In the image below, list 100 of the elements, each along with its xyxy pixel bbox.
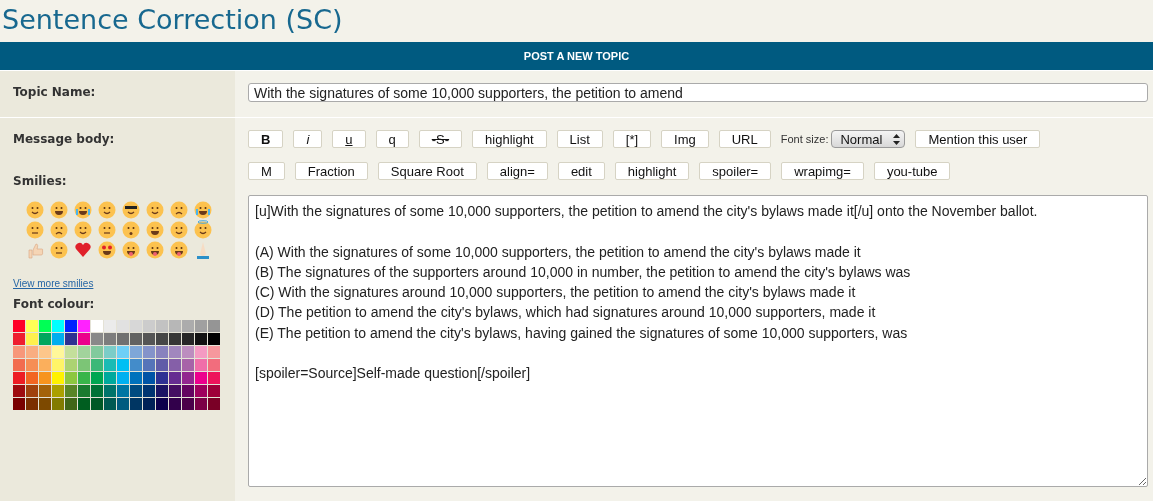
colour-swatch[interactable] [117, 359, 129, 371]
colour-swatch[interactable] [195, 385, 207, 397]
colour-swatch[interactable] [143, 320, 155, 332]
format-button[interactable]: i [293, 130, 323, 148]
colour-swatch[interactable] [39, 320, 51, 332]
colour-swatch[interactable] [13, 320, 25, 332]
colour-swatch[interactable] [195, 320, 207, 332]
colour-swatch[interactable] [143, 359, 155, 371]
colour-swatch[interactable] [117, 385, 129, 397]
colour-swatch[interactable] [39, 359, 51, 371]
colour-swatch[interactable] [26, 346, 38, 358]
format-button[interactable]: highlight [614, 162, 690, 180]
colour-swatch[interactable] [104, 333, 116, 345]
format-button[interactable]: u [332, 130, 366, 148]
colour-swatch[interactable] [182, 333, 194, 345]
colour-swatch[interactable] [65, 372, 77, 384]
smiley-icon[interactable] [193, 200, 213, 220]
colour-swatch[interactable] [26, 320, 38, 332]
colour-swatch[interactable] [208, 385, 220, 397]
colour-swatch[interactable] [169, 372, 181, 384]
colour-swatch[interactable] [13, 359, 25, 371]
colour-swatch[interactable] [156, 346, 168, 358]
colour-swatch[interactable] [91, 398, 103, 410]
colour-swatch[interactable] [26, 359, 38, 371]
mention-button[interactable]: Mention this user [915, 130, 1041, 148]
format-button[interactable]: you-tube [873, 162, 951, 180]
colour-swatch[interactable] [130, 346, 142, 358]
colour-swatch[interactable] [169, 398, 181, 410]
colour-swatch[interactable] [78, 333, 90, 345]
colour-swatch[interactable] [182, 346, 194, 358]
format-button[interactable]: q [375, 130, 409, 148]
colour-swatch[interactable] [169, 333, 181, 345]
colour-swatch[interactable] [182, 320, 194, 332]
colour-swatch[interactable] [13, 346, 25, 358]
format-button[interactable]: M [248, 162, 285, 180]
colour-swatch[interactable] [208, 372, 220, 384]
colour-swatch[interactable] [208, 333, 220, 345]
colour-swatch[interactable] [65, 333, 77, 345]
colour-swatch[interactable] [52, 346, 64, 358]
colour-swatch[interactable] [117, 372, 129, 384]
colour-swatch[interactable] [130, 359, 142, 371]
colour-swatch[interactable] [169, 320, 181, 332]
colour-swatch[interactable] [91, 372, 103, 384]
smiley-icon[interactable] [97, 240, 117, 260]
colour-swatch[interactable] [117, 320, 129, 332]
smiley-icon[interactable] [49, 200, 69, 220]
colour-swatch[interactable] [104, 346, 116, 358]
colour-swatch[interactable] [195, 359, 207, 371]
colour-swatch[interactable] [104, 398, 116, 410]
colour-swatch[interactable] [39, 372, 51, 384]
colour-swatch[interactable] [13, 398, 25, 410]
format-button[interactable]: -S- [418, 130, 463, 148]
colour-swatch[interactable] [52, 385, 64, 397]
format-button[interactable]: align= [486, 162, 548, 180]
colour-swatch[interactable] [130, 385, 142, 397]
colour-swatch[interactable] [156, 372, 168, 384]
format-button[interactable]: List [556, 130, 603, 148]
colour-swatch[interactable] [208, 359, 220, 371]
colour-swatch[interactable] [78, 385, 90, 397]
colour-swatch[interactable] [104, 372, 116, 384]
colour-swatch[interactable] [130, 398, 142, 410]
colour-swatch[interactable] [156, 320, 168, 332]
font-size-select[interactable]: Normal [831, 130, 906, 148]
colour-swatch[interactable] [13, 385, 25, 397]
colour-swatch[interactable] [78, 372, 90, 384]
colour-swatch[interactable] [182, 372, 194, 384]
colour-swatch[interactable] [13, 333, 25, 345]
colour-swatch[interactable] [65, 359, 77, 371]
colour-swatch[interactable] [195, 372, 207, 384]
colour-swatch[interactable] [91, 333, 103, 345]
colour-swatch[interactable] [143, 372, 155, 384]
colour-swatch[interactable] [52, 359, 64, 371]
colour-swatch[interactable] [91, 385, 103, 397]
colour-swatch[interactable] [117, 346, 129, 358]
colour-swatch[interactable] [26, 333, 38, 345]
topic-name-field[interactable]: With the signatures of some 10,000 supporters, the petition to amend [248, 83, 1148, 102]
colour-swatch[interactable] [65, 398, 77, 410]
colour-swatch[interactable] [208, 346, 220, 358]
colour-swatch[interactable] [156, 359, 168, 371]
colour-swatch[interactable] [169, 346, 181, 358]
colour-swatch[interactable] [52, 320, 64, 332]
colour-swatch[interactable] [65, 346, 77, 358]
colour-swatch[interactable] [169, 359, 181, 371]
message-field[interactable]: [u]With the signatures of some 10,000 supporters, the petition to amend the city's bylaws made it[/u] onto the November ballot. (A) With the signatures of some 10,000 supporters, the petition to amend the city's bylaws made it (B) The signatures of the supporters around 10,000 in number, the petition to amend the city's bylaws was (C) With the signatures around 10,000 supporters, the petition to amend the city's bylaws made it (D) The petition to amend the city's bylaws, which had signatures around 10,000 supporters, made it (E) The petition to amend the city's bylaws, having gained the signatures of some 10,000 supporters, was [spoiler=Source]Self-made question[/spoiler] [248, 195, 1148, 487]
colour-swatch[interactable] [169, 385, 181, 397]
colour-swatch[interactable] [143, 398, 155, 410]
colour-swatch[interactable] [156, 333, 168, 345]
colour-swatch[interactable] [65, 320, 77, 332]
format-button[interactable]: highlight [472, 130, 547, 148]
smiley-icon[interactable] [121, 240, 141, 260]
colour-swatch[interactable] [156, 398, 168, 410]
colour-swatch[interactable] [195, 346, 207, 358]
format-button[interactable]: Square Root [377, 162, 477, 180]
colour-swatch[interactable] [26, 372, 38, 384]
colour-swatch[interactable] [182, 359, 194, 371]
view-more-smilies-link[interactable]: View more smilies [13, 278, 94, 289]
colour-swatch[interactable] [104, 320, 116, 332]
colour-swatch[interactable] [143, 333, 155, 345]
colour-swatch[interactable] [52, 333, 64, 345]
colour-swatch[interactable] [78, 398, 90, 410]
